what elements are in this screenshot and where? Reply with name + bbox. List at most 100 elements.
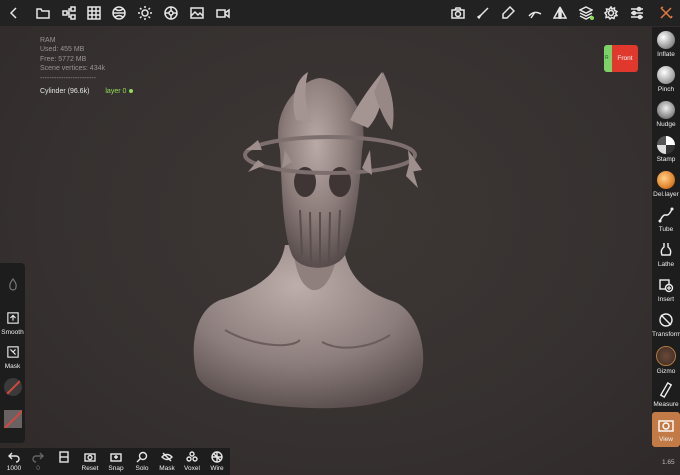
inflate-icon [657,31,675,49]
tool-del-layer[interactable]: Del.layer [652,167,680,198]
lathe-icon [657,241,675,259]
brush-settings-panel: Smooth Mask [0,263,25,443]
solo-search-icon [136,451,148,463]
wire-label: Wire [210,465,224,472]
wireframe-icon [211,451,223,463]
primary-color-circle [3,378,22,396]
snap-button[interactable]: Snap [104,451,128,472]
view-cube[interactable]: R Front [604,45,638,72]
snap-label: Snap [108,465,124,472]
layers-status-dot [590,16,594,20]
scene-tree-icon[interactable] [61,5,77,21]
secondary-color-square [3,410,22,428]
solo-label: Solo [135,465,149,472]
reset-camera-icon [84,453,96,462]
redo-icon [32,452,44,463]
camera-icon[interactable] [450,5,466,21]
mask-eye-icon [161,452,173,462]
tool-view[interactable]: View [652,412,680,447]
brush-icon[interactable] [475,5,491,21]
voxel-button[interactable]: Voxel [180,451,204,472]
back-arrow-icon[interactable] [6,5,22,21]
secondary-color-swatch[interactable] [0,410,25,428]
measure-icon [657,381,675,399]
undo-count: 1000 [6,465,22,472]
view-camera-icon [657,416,675,434]
tool-measure-label: Measure [653,401,679,408]
tool-nudge-label: Nudge [656,121,676,128]
material-sphere-icon[interactable] [111,5,127,21]
grid-icon[interactable] [86,5,102,21]
object-row[interactable]: Cylinder (96.6k) layer 0 [40,87,134,96]
redo-count: 0 [36,465,40,472]
voxel-label: Voxel [184,465,200,472]
insert-icon [657,276,675,294]
stabilizer-icon[interactable] [527,5,543,21]
image-icon[interactable] [189,5,205,21]
view-cube-side[interactable]: R [604,45,612,72]
sliders-icon[interactable] [629,5,645,21]
tool-transform[interactable]: Transform [652,307,680,338]
object-name[interactable]: Cylinder (96.6k) [40,88,89,95]
light-sun-icon[interactable] [137,5,153,21]
tool-stamp[interactable]: Stamp [652,132,680,163]
gear-icon[interactable] [603,5,619,21]
ram-used: Used: 455 MB [40,46,85,54]
layer-dot [129,89,134,94]
tool-nudge[interactable]: Nudge [652,97,680,128]
mask-icon [6,346,19,358]
ram-free: Free: 5772 MB [40,55,87,63]
solo-button[interactable]: Solo [130,451,154,472]
smooth-label: Smooth [1,329,24,336]
tool-tube[interactable]: Tube [652,202,680,233]
view-cube-front[interactable]: Front [612,45,638,72]
view-cube-side-label: R [605,55,609,61]
scene-vertices: Scene vertices: 434k [40,65,105,73]
tool-del-layer-label: Del.layer [653,191,679,198]
tool-transform-label: Transform [652,331,680,338]
mask-button[interactable]: Mask [0,345,25,370]
tool-inflate-label: Inflate [657,51,675,58]
pinch-icon [657,66,675,84]
redo-button[interactable]: 0 [28,451,48,472]
undo-icon [8,452,20,463]
tool-pinch[interactable]: Pinch [652,62,680,93]
wire-button[interactable]: Wire [205,451,229,472]
tool-pinch-label: Pinch [657,86,675,93]
delete-layer-icon [657,171,675,189]
tool-measure[interactable]: Measure [652,377,680,408]
undo-button[interactable]: 1000 [4,451,24,472]
reset-label: Reset [81,465,99,472]
tool-lathe-label: Lathe [657,261,675,268]
tool-gizmo[interactable]: Gizmo [652,342,680,375]
tools-icon[interactable] [658,5,674,21]
tool-tube-label: Tube [658,226,674,233]
history-button[interactable] [56,451,72,463]
nudge-icon [657,101,675,119]
bottom-toolbar: 1000 0 Reset Snap Solo Mask Voxel Wire [0,448,230,475]
eraser-icon[interactable] [500,5,516,21]
stamp-icon [657,136,675,154]
tool-insert[interactable]: Insert [652,272,680,303]
smooth-button[interactable]: Smooth [0,311,25,336]
video-icon[interactable] [215,5,231,21]
snap-icon [110,453,122,462]
primary-color-swatch[interactable] [0,378,25,396]
folder-icon[interactable] [35,5,51,21]
scene-info: RAM Used: 455 MB Free: 5772 MB Scene ver… [40,36,134,96]
tool-inflate[interactable]: Inflate [652,27,680,58]
tool-insert-label: Insert [657,296,675,303]
reset-button[interactable]: Reset [78,451,102,472]
settings-wheel-icon[interactable] [163,5,179,21]
tool-gizmo-label: Gizmo [656,368,676,375]
tool-view-label: View [659,436,673,443]
history-icon [59,451,69,463]
transform-icon [657,311,675,329]
tool-lathe[interactable]: Lathe [652,237,680,268]
mask-toggle-button[interactable]: Mask [155,451,179,472]
pressure-drop-button[interactable] [0,277,25,296]
symmetry-icon[interactable] [552,5,568,21]
tube-icon [657,206,675,224]
ram-label: RAM [40,37,56,44]
layer-name[interactable]: layer 0 [105,88,126,95]
